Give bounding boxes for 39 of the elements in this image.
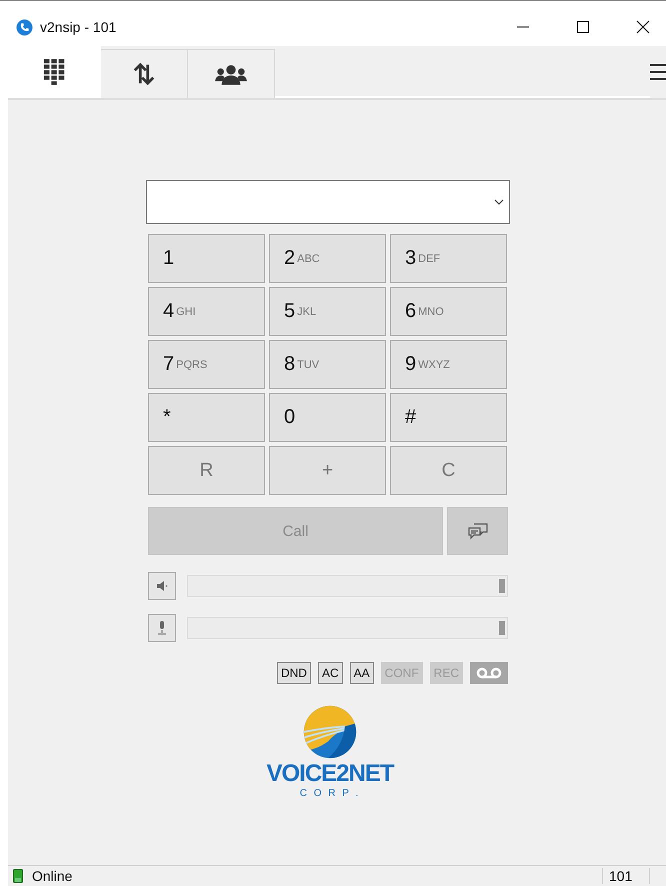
- dial-key[interactable]: 4 GHI: [148, 287, 265, 336]
- phone-status-icon: [13, 869, 23, 883]
- logo-text: VOICE2NET: [266, 760, 394, 788]
- microphone-button[interactable]: [148, 614, 176, 642]
- volume-slider[interactable]: [187, 617, 508, 639]
- number-field[interactable]: [146, 180, 510, 224]
- toggle-button[interactable]: DND: [276, 662, 311, 684]
- dial-key[interactable]: 1: [148, 234, 265, 283]
- extension-text: 101: [602, 868, 650, 884]
- message-button[interactable]: [447, 507, 508, 555]
- status-text: Online: [32, 868, 72, 884]
- dial-key[interactable]: 6 MNO: [390, 287, 507, 336]
- dial-key[interactable]: #: [390, 393, 507, 442]
- logo-subtext: C O R P .: [300, 788, 360, 799]
- dial-key[interactable]: 0: [269, 393, 386, 442]
- dial-key[interactable]: 8 TUV: [269, 340, 386, 389]
- dial-key[interactable]: 3 DEF: [390, 234, 507, 283]
- dialpad-icon: [42, 59, 66, 85]
- up-down-arrows-icon: [132, 61, 156, 87]
- tab[interactable]: [101, 49, 188, 98]
- phone-icon: [16, 18, 33, 36]
- chevron-down-icon[interactable]: [494, 199, 504, 205]
- speaker-icon: [156, 579, 168, 593]
- dial-key[interactable]: 2 ABC: [269, 234, 386, 283]
- voicemail-icon: [476, 667, 502, 679]
- dial-key[interactable]: 5 JKL: [269, 287, 386, 336]
- group-icon: [215, 64, 247, 84]
- volume-slider[interactable]: [187, 575, 508, 597]
- speaker-button[interactable]: [148, 572, 176, 600]
- toggle-button[interactable]: AA: [350, 662, 374, 684]
- microphone-icon: [156, 621, 168, 635]
- toggle-button[interactable]: AC: [318, 662, 343, 684]
- dial-key[interactable]: *: [148, 393, 265, 442]
- dial-key[interactable]: 9 WXYZ: [390, 340, 507, 389]
- tab[interactable]: [188, 49, 275, 98]
- chat-bubbles-icon: [468, 522, 488, 540]
- window-title: v2nsip - 101: [40, 19, 116, 35]
- dial-key[interactable]: 7 PQRS: [148, 340, 265, 389]
- menu-icon[interactable]: [650, 63, 666, 81]
